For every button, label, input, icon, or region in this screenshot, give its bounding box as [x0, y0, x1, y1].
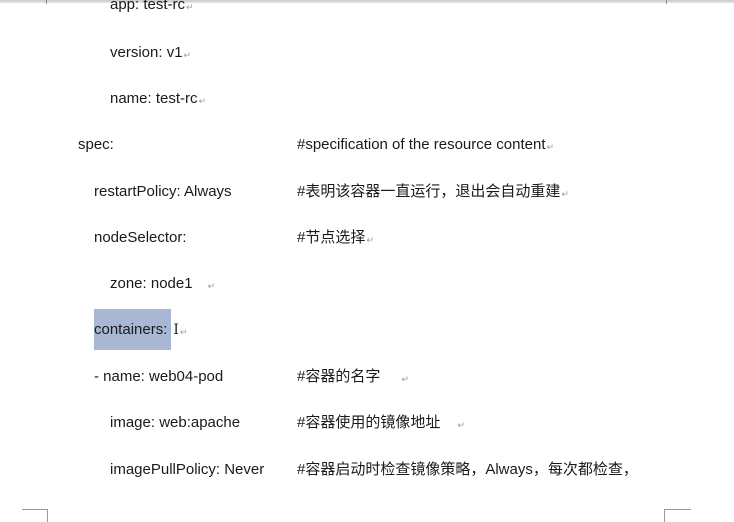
doc-line-restart-policy-comment[interactable]: #表明该容器一直运行，退出会自动重建↵ — [297, 181, 569, 203]
line-key: containers: — [94, 321, 168, 338]
doc-line-image-pull-policy[interactable]: imagePullPolicy: Never — [110, 459, 264, 481]
line-key: name: test-rc — [110, 90, 198, 107]
paragraph-mark-icon: ↵ — [401, 374, 409, 384]
doc-line-image-pull-policy-comment[interactable]: #容器启动时检查镜像策略，Always，每次都检查， — [297, 459, 638, 481]
doc-line-container-name-comment[interactable]: #容器的名字 ↵ — [297, 366, 409, 388]
paragraph-mark-icon: ↵ — [561, 189, 569, 199]
line-comment: #容器的名字 — [297, 368, 381, 385]
paragraph-mark-icon: ↵ — [457, 420, 465, 430]
doc-line-containers[interactable]: containers: I↵ — [94, 309, 188, 350]
page-corner-mark — [664, 509, 691, 522]
line-comment: #节点选择 — [297, 229, 366, 246]
line-comment: #容器使用的镜像地址 — [297, 414, 441, 431]
doc-line-spec-comment[interactable]: #specification of the resource content↵ — [297, 134, 554, 156]
ruler-tick — [666, 0, 667, 4]
line-key: spec: — [78, 136, 114, 153]
doc-line-node-selector-comment[interactable]: #节点选择↵ — [297, 227, 374, 249]
paragraph-mark-icon: ↵ — [366, 235, 374, 245]
line-key: zone: node1 — [110, 275, 193, 292]
line-key: restartPolicy: Always — [94, 183, 232, 200]
paragraph-mark-icon: ↵ — [186, 2, 194, 12]
page-corner-mark — [22, 509, 48, 522]
doc-line-node-selector[interactable]: nodeSelector: — [94, 227, 187, 249]
doc-line-spec[interactable]: spec: — [78, 134, 114, 156]
line-key: app: test-rc — [110, 0, 186, 13]
line-key: imagePullPolicy: Never — [110, 461, 265, 478]
line-key: version: v1 — [110, 44, 183, 61]
document-page[interactable]: app: test-rc↵ version: v1↵ name: test-rc… — [0, 0, 734, 522]
doc-line-version[interactable]: version: v1↵ — [110, 42, 191, 64]
line-comment: #容器启动时检查镜像策略，Always，每次都检查， — [297, 461, 638, 478]
ruler-tick — [46, 0, 47, 4]
doc-line-name[interactable]: name: test-rc↵ — [110, 88, 206, 110]
line-comment: #specification of the resource content — [297, 136, 546, 153]
paragraph-mark-icon: ↵ — [198, 96, 207, 106]
doc-line-image[interactable]: image: web:apache — [110, 412, 240, 434]
doc-line-image-comment[interactable]: #容器使用的镜像地址 ↵ — [297, 412, 465, 434]
paragraph-mark-icon: ↵ — [207, 281, 216, 291]
text-selection: containers: — [94, 309, 172, 350]
paragraph-mark-icon: ↵ — [546, 142, 555, 152]
doc-line-app[interactable]: app: test-rc↵ — [110, 0, 194, 16]
doc-line-container-name[interactable]: - name: web04-pod — [94, 366, 223, 388]
line-key: nodeSelector: — [94, 229, 187, 246]
line-key: - name: web04-pod — [94, 368, 224, 385]
paragraph-mark-icon: ↵ — [183, 50, 192, 60]
text-cursor-icon: I — [173, 322, 179, 338]
line-comment: #表明该容器一直运行，退出会自动重建 — [297, 183, 561, 200]
doc-line-zone[interactable]: zone: node1 ↵ — [110, 273, 215, 295]
doc-line-restart-policy[interactable]: restartPolicy: Always — [94, 181, 232, 203]
paragraph-mark-icon: ↵ — [179, 327, 188, 337]
line-key: image: web:apache — [110, 414, 241, 431]
